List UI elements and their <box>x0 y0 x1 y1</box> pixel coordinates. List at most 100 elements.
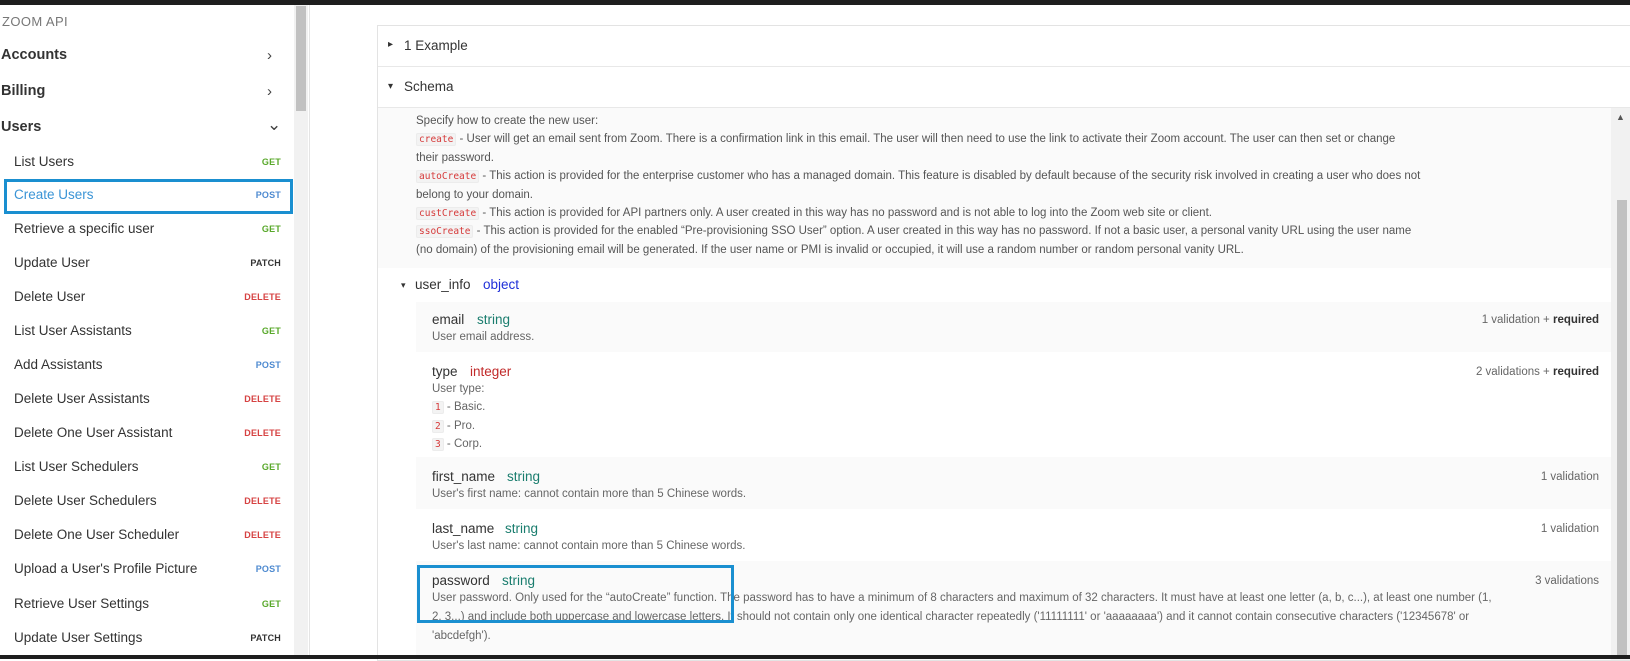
sidebar-title: ZOOM API <box>2 14 69 29</box>
code-custcreate: custCreate <box>416 207 480 220</box>
sidebar-scrollbar-thumb[interactable] <box>296 6 306 111</box>
property-name: email <box>432 312 465 327</box>
sidebar-item-add-assistants[interactable]: Add Assistants POST <box>4 349 293 383</box>
property-type-field: type integer 2 validations + required Us… <box>416 352 1611 457</box>
sidebar-item-update-user-settings[interactable]: Update User Settings PATCH <box>4 622 293 655</box>
property-desc: User's last name: cannot contain more th… <box>432 540 746 552</box>
item-label: List User Schedulers <box>14 459 139 474</box>
item-label: Upload a User's Profile Picture <box>14 561 198 576</box>
sidebar-item-delete-one-user-assistant[interactable]: Delete One User Assistant DELETE <box>4 417 293 451</box>
user-info-object-toggle[interactable]: ▾ user_info object <box>378 268 1611 302</box>
chevron-down-icon: ⌄ <box>267 115 282 134</box>
property-type: string <box>505 521 539 536</box>
property-name: last_name <box>432 521 495 536</box>
method-badge: GET <box>261 462 281 472</box>
property-name: first_name <box>432 469 496 484</box>
item-label: Create Users <box>14 187 94 202</box>
sidebar-item-delete-user-schedulers[interactable]: Delete User Schedulers DELETE <box>4 485 293 519</box>
chevron-right-icon: › <box>267 83 272 100</box>
sidebar-item-list-users[interactable]: List Users GET <box>4 146 293 180</box>
method-badge: DELETE <box>244 530 281 540</box>
code-autocreate: autoCreate <box>416 170 480 183</box>
sidebar-item-create-users[interactable]: Create Users POST <box>4 179 293 214</box>
method-badge: GET <box>261 326 281 336</box>
code-ssocreate: ssoCreate <box>416 225 474 238</box>
validation-info[interactable]: 2 validations + required <box>1476 366 1599 378</box>
section-label: Billing <box>1 83 46 99</box>
method-badge: DELETE <box>244 496 281 506</box>
code-1: 1 <box>432 401 444 414</box>
desc-text: - This action is provided for the enterp… <box>479 170 1421 182</box>
action-description: Specify how to create the new user: crea… <box>378 108 1611 268</box>
type-option-pro: 2 - Pro. <box>432 420 476 433</box>
content-scrollbar-thumb[interactable] <box>1617 200 1627 658</box>
validation-count: 1 validation + <box>1481 314 1553 326</box>
desc-text: their password. <box>416 152 494 164</box>
validation-count: 2 validations + <box>1475 366 1553 378</box>
sidebar-nav: ZOOM API Accounts › Billing › Users ⌄ Li… <box>0 5 294 655</box>
desc-text: - Basic. <box>443 401 486 413</box>
property-name: user_info <box>415 277 471 292</box>
item-label: Retrieve a specific user <box>14 221 155 236</box>
item-label: Delete User Assistants <box>14 391 150 406</box>
item-label: Update User <box>14 255 90 270</box>
method-badge: POST <box>255 360 281 370</box>
property-type: integer <box>470 364 512 379</box>
validation-info[interactable]: 1 validation + required <box>1482 314 1599 326</box>
method-badge: DELETE <box>244 394 281 404</box>
item-label: Update User Settings <box>14 630 143 645</box>
item-label: Delete One User Scheduler <box>14 527 180 542</box>
password-highlight-box <box>417 565 734 623</box>
type-option-basic: 1 - Basic. <box>432 401 486 414</box>
required-label: required <box>1552 366 1599 378</box>
sidebar-section-billing[interactable]: Billing › <box>0 76 284 106</box>
validation-info[interactable]: 1 validation <box>1541 471 1599 483</box>
method-badge: PATCH <box>250 258 281 268</box>
property-first-name: first_name string 1 validation User's fi… <box>416 457 1611 509</box>
action-custcreate: custCreate - This action is provided for… <box>416 207 1212 220</box>
property-desc: User's first name: cannot contain more t… <box>432 488 747 500</box>
sidebar-item-list-user-schedulers[interactable]: List User Schedulers GET <box>4 451 293 485</box>
example-toggle[interactable]: ▸ 1 Example <box>378 26 1630 67</box>
action-intro: Specify how to create the new user: <box>416 115 599 127</box>
sidebar-section-users[interactable]: Users ⌄ <box>0 112 284 142</box>
item-label: Add Assistants <box>14 357 103 372</box>
validation-info[interactable]: 3 validations <box>1535 575 1599 587</box>
scroll-up-icon[interactable]: ▲ <box>1616 112 1625 122</box>
required-label: required <box>1552 314 1599 326</box>
property-name: type <box>432 364 458 379</box>
item-label: List User Assistants <box>14 323 132 338</box>
sidebar-item-retrieve-user[interactable]: Retrieve a specific user GET <box>4 213 293 247</box>
type-option-corp: 3 - Corp. <box>432 438 483 451</box>
expand-down-icon: ▾ <box>401 280 406 290</box>
property-desc: User email address. <box>432 331 535 343</box>
validation-info[interactable]: 1 validation <box>1541 523 1599 535</box>
sidebar-item-delete-user-assistants[interactable]: Delete User Assistants DELETE <box>4 383 293 417</box>
section-label: Accounts <box>1 47 68 63</box>
item-label: Retrieve User Settings <box>14 596 150 611</box>
action-create: create - User will get an email sent fro… <box>416 133 1396 146</box>
desc-text: - Pro. <box>443 420 476 432</box>
method-badge: GET <box>261 224 281 234</box>
sidebar-item-delete-user[interactable]: Delete User DELETE <box>4 281 293 315</box>
method-badge: PATCH <box>250 633 281 643</box>
action-autocreate: autoCreate - This action is provided for… <box>416 170 1421 183</box>
sidebar-item-delete-one-user-scheduler[interactable]: Delete One User Scheduler DELETE <box>4 519 293 553</box>
method-badge: GET <box>261 599 281 609</box>
method-badge: POST <box>255 190 281 200</box>
property-type: string <box>477 312 511 327</box>
item-label: Delete User <box>14 289 86 304</box>
desc-text: - User will get an email sent from Zoom.… <box>456 133 1396 145</box>
schema-toggle[interactable]: ▾ Schema <box>378 67 1630 108</box>
action-ssocreate: ssoCreate - This action is provided for … <box>416 225 1411 238</box>
property-type: string <box>507 469 541 484</box>
sidebar-item-upload-profile-picture[interactable]: Upload a User's Profile Picture POST <box>4 553 293 587</box>
method-badge: POST <box>255 564 281 574</box>
sidebar-section-accounts[interactable]: Accounts › <box>0 40 284 70</box>
item-label: Delete One User Assistant <box>14 425 173 440</box>
sidebar-item-update-user[interactable]: Update User PATCH <box>4 247 293 281</box>
desc-text: - Corp. <box>443 438 483 450</box>
section-label: Users <box>1 119 42 135</box>
sidebar-item-list-user-assistants[interactable]: List User Assistants GET <box>4 315 293 349</box>
sidebar-item-retrieve-user-settings[interactable]: Retrieve User Settings GET <box>4 588 293 622</box>
